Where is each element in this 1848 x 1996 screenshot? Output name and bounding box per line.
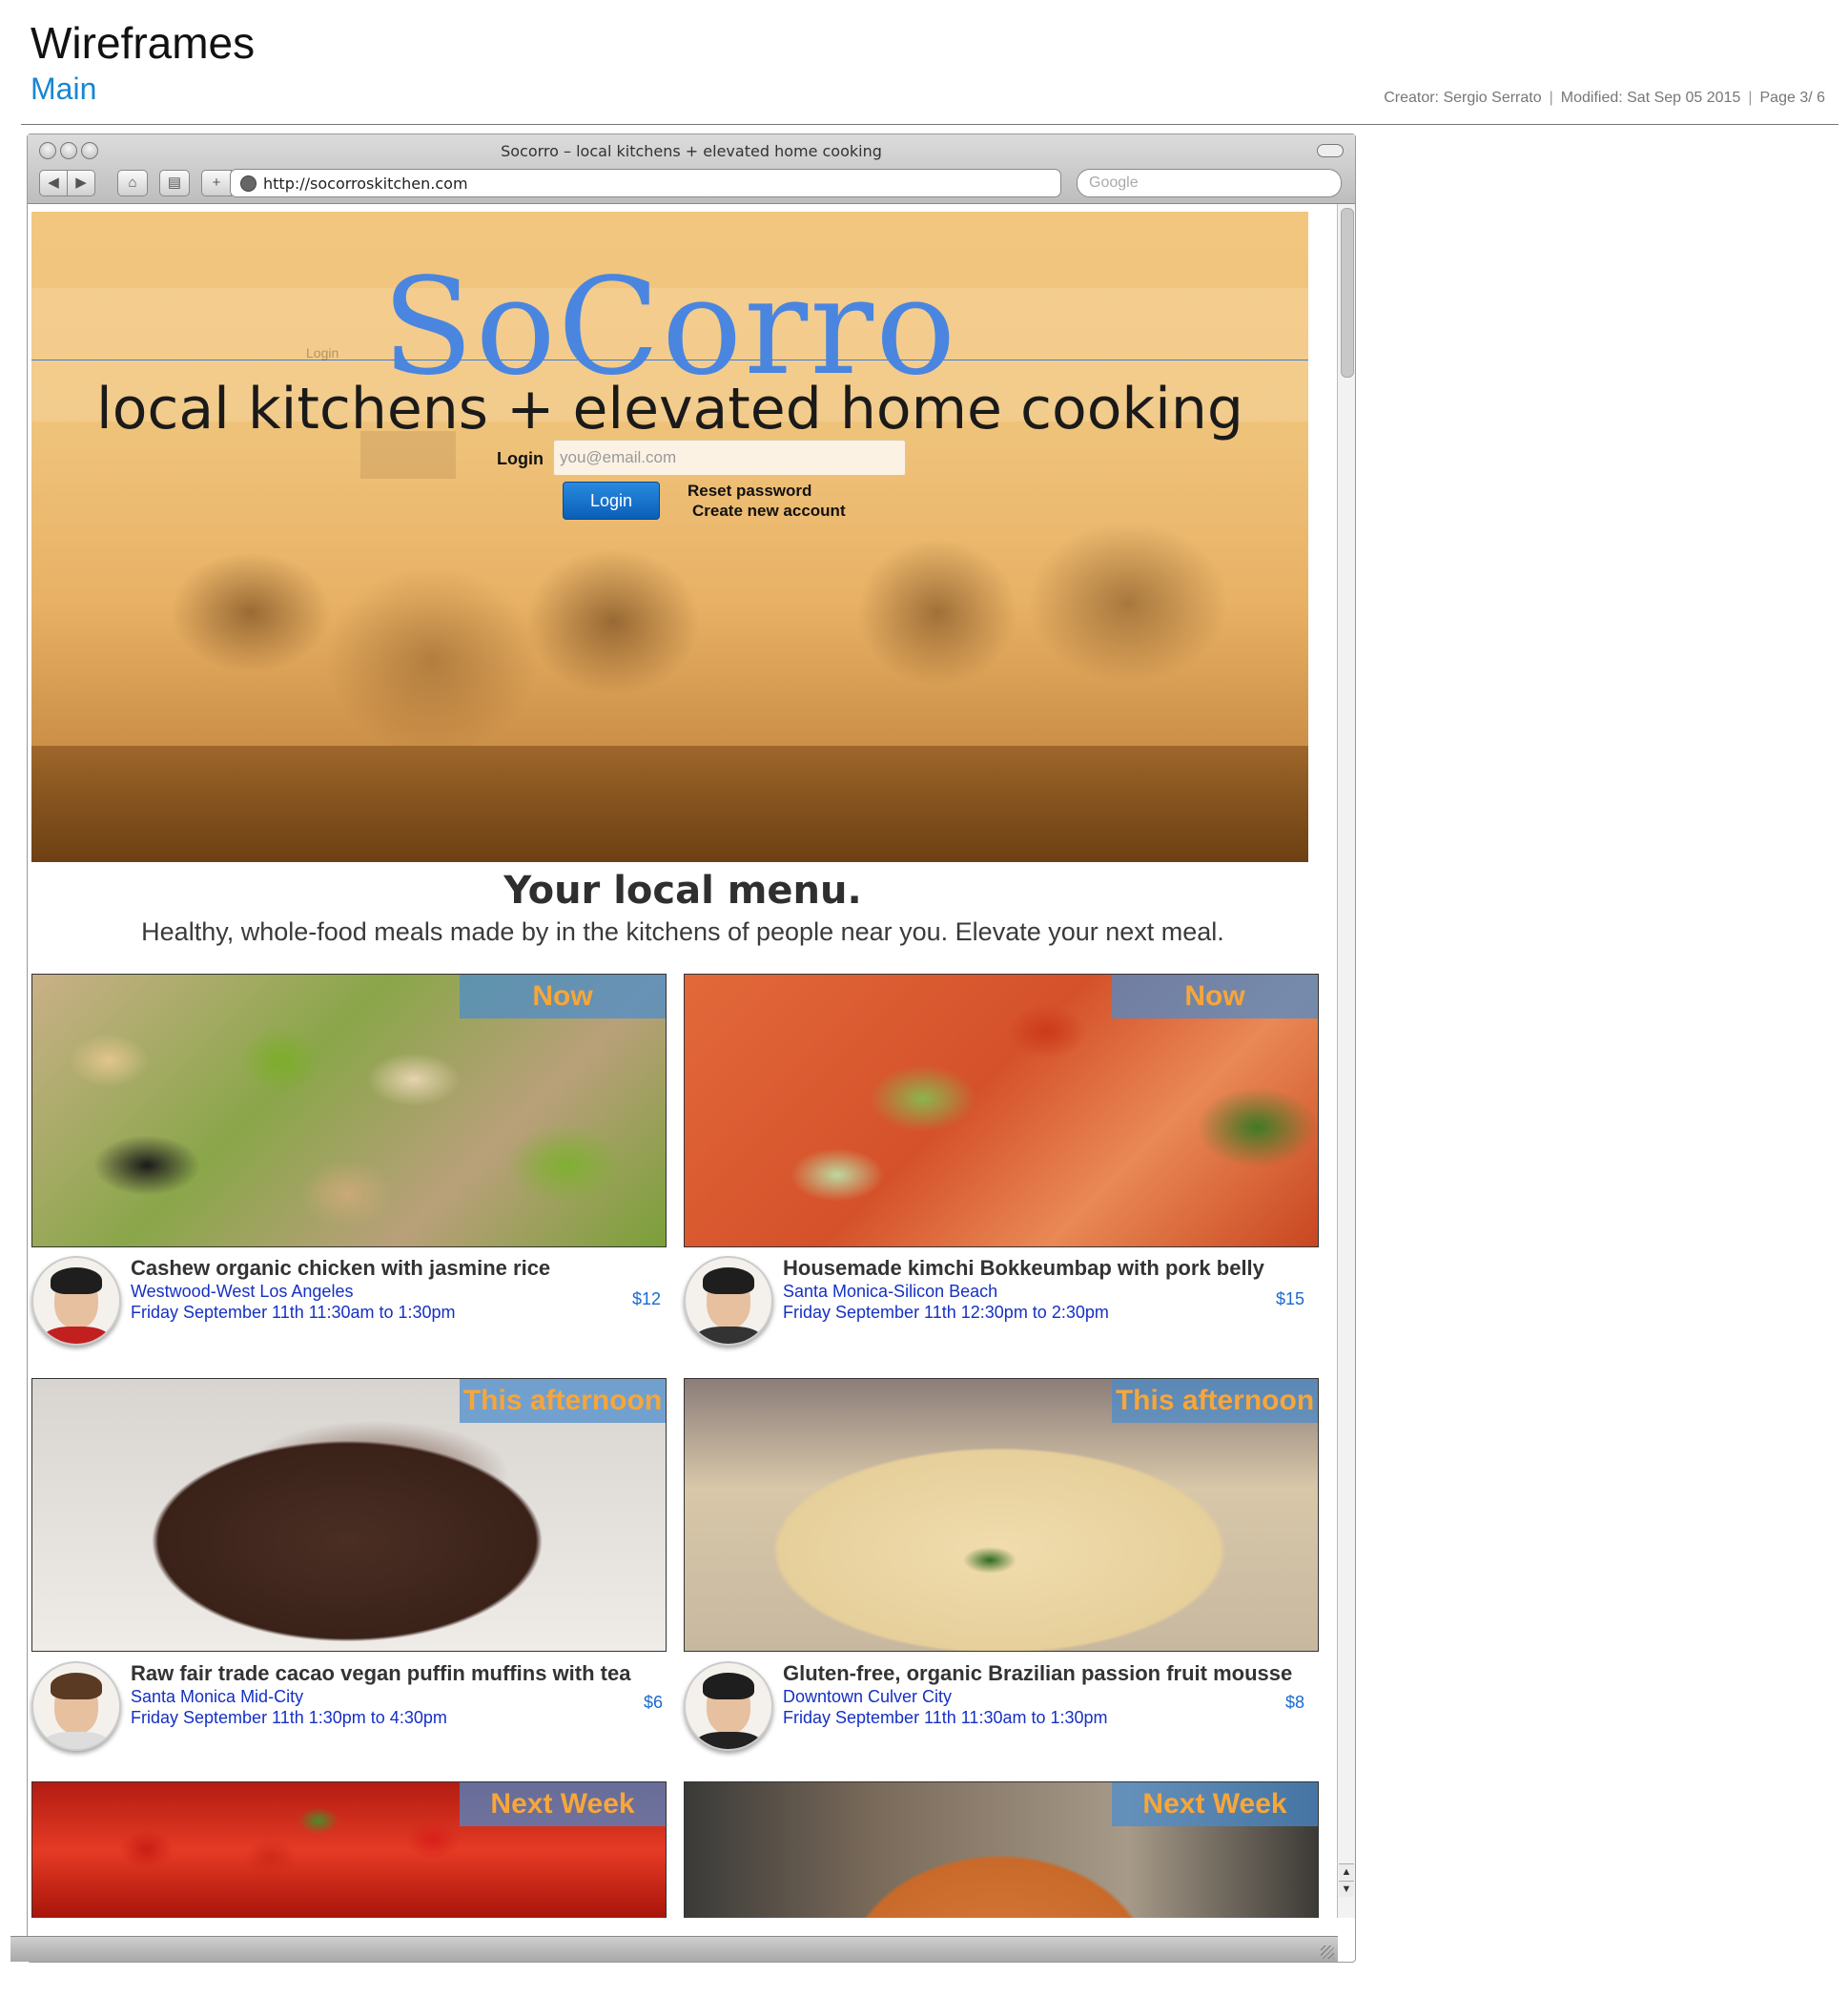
back-button[interactable]: ◀ xyxy=(39,170,68,196)
wireframe-title: Wireframes xyxy=(31,18,256,68)
meal-photo[interactable]: Next Week xyxy=(31,1781,667,1918)
vertical-scrollbar[interactable]: ▲ ▼ xyxy=(1337,204,1355,1918)
forward-arrow-icon: ▶ xyxy=(75,175,87,191)
meal-time: Friday September 11th 11:30am to 1:30pm xyxy=(131,1303,456,1322)
address-bar[interactable]: http://socorroskitchen.com xyxy=(230,169,1061,197)
meal-title[interactable]: Cashew organic chicken with jasmine rice xyxy=(131,1256,550,1281)
status-bar xyxy=(10,1936,1338,1962)
wireframe-subtitle: Main xyxy=(31,72,97,106)
browser-window: Socorro – local kitchens + elevated home… xyxy=(10,134,1356,1963)
toolbar-toggle-button[interactable] xyxy=(1317,144,1344,157)
meal-photo[interactable]: Next Week xyxy=(684,1781,1319,1918)
email-field[interactable]: you@email.com xyxy=(553,440,906,476)
meal-photo[interactable]: This afternoon xyxy=(31,1378,667,1652)
add-bookmark-button[interactable]: + xyxy=(201,170,232,196)
chef-hair xyxy=(51,1673,102,1699)
meal-time: Friday September 11th 1:30pm to 4:30pm xyxy=(131,1708,447,1727)
meal-time: Friday September 11th 12:30pm to 2:30pm xyxy=(783,1303,1109,1322)
scroll-down-arrow-icon[interactable]: ▼ xyxy=(1339,1881,1354,1897)
globe-icon xyxy=(240,175,257,192)
meal-price: $12 xyxy=(632,1289,662,1308)
email-placeholder: you@email.com xyxy=(560,448,677,466)
home-icon: ⌂ xyxy=(128,175,137,191)
resize-grip-icon[interactable] xyxy=(1321,1945,1334,1959)
meal-title[interactable]: Raw fair trade cacao vegan puffin muffin… xyxy=(131,1661,630,1686)
header-divider xyxy=(21,124,1838,125)
meal-photo[interactable]: Now xyxy=(31,974,667,1247)
availability-badge: Now xyxy=(1112,975,1318,1019)
meal-title[interactable]: Gluten-free, organic Brazilian passion f… xyxy=(783,1661,1292,1686)
scroll-thumb[interactable] xyxy=(1341,208,1354,378)
creator-text: Creator: Sergio Serrato xyxy=(1384,90,1542,106)
browser-search-field[interactable]: Google xyxy=(1077,169,1342,197)
forward-button[interactable]: ▶ xyxy=(67,170,95,196)
availability-badge: This afternoon xyxy=(460,1379,666,1423)
print-button[interactable]: ▤ xyxy=(159,170,190,196)
chef-shirt xyxy=(43,1732,110,1749)
url-text: http://socorroskitchen.com xyxy=(263,175,468,193)
chef-hair xyxy=(703,1673,754,1699)
create-account-link[interactable]: Create new account xyxy=(692,502,846,521)
chef-avatar[interactable] xyxy=(31,1256,121,1346)
meal-title[interactable]: Housemade kimchi Bokkeumbap with pork be… xyxy=(783,1256,1264,1281)
section-title: Your local menu. xyxy=(503,869,862,913)
reset-password-link[interactable]: Reset password xyxy=(688,482,811,501)
chef-shirt xyxy=(43,1327,110,1344)
page-viewport: Login SoCorro local kitchens + elevated … xyxy=(28,204,1338,1918)
chef-shirt xyxy=(695,1327,762,1344)
plus-icon: + xyxy=(212,175,221,191)
home-button[interactable]: ⌂ xyxy=(117,170,148,196)
availability-badge: Now xyxy=(460,975,666,1019)
page-text: Page 3/ 6 xyxy=(1759,90,1826,106)
chef-avatar[interactable] xyxy=(684,1661,773,1751)
chef-avatar[interactable] xyxy=(31,1661,121,1751)
login-label: Login xyxy=(497,449,544,468)
meal-area: Santa Monica Mid-City xyxy=(131,1687,304,1706)
hero-counter xyxy=(31,746,1308,862)
section-subtitle: Healthy, whole-food meals made by in the… xyxy=(141,917,1224,946)
availability-badge: Next Week xyxy=(460,1782,666,1826)
scroll-up-arrow-icon[interactable]: ▲ xyxy=(1339,1863,1354,1880)
meal-time: Friday September 11th 11:30am to 1:30pm xyxy=(783,1708,1108,1727)
back-arrow-icon: ◀ xyxy=(48,175,59,191)
chef-shirt xyxy=(695,1732,762,1749)
availability-badge: This afternoon xyxy=(1112,1379,1318,1423)
wireframe-meta: Creator: Sergio Serrato | Modified: Sat Se… xyxy=(1384,90,1826,106)
meal-price: $6 xyxy=(644,1693,664,1712)
meal-area: Santa Monica-Silicon Beach xyxy=(783,1282,998,1301)
modified-text: Modified: Sat Sep 05 2015 xyxy=(1560,90,1741,106)
meal-area: Downtown Culver City xyxy=(783,1687,953,1706)
search-placeholder: Google xyxy=(1089,175,1139,191)
meal-price: $15 xyxy=(1276,1289,1305,1308)
meal-photo[interactable]: This afternoon xyxy=(684,1378,1319,1652)
chef-hair xyxy=(51,1267,102,1294)
brand-tagline: local kitchens + elevated home cooking xyxy=(96,376,1243,442)
window-title: Socorro – local kitchens + elevated home… xyxy=(501,142,882,160)
meal-price: $8 xyxy=(1285,1693,1305,1712)
meal-area: Westwood-West Los Angeles xyxy=(131,1282,354,1301)
printer-icon: ▤ xyxy=(167,175,182,191)
chef-avatar[interactable] xyxy=(684,1256,773,1346)
hero-banner: Login SoCorro local kitchens + elevated … xyxy=(31,212,1308,862)
availability-badge: Next Week xyxy=(1112,1782,1318,1826)
meal-photo[interactable]: Now xyxy=(684,974,1319,1247)
chef-hair xyxy=(703,1267,754,1294)
login-button[interactable]: Login xyxy=(563,482,660,520)
browser-toolbar: Socorro – local kitchens + elevated home… xyxy=(28,134,1355,204)
